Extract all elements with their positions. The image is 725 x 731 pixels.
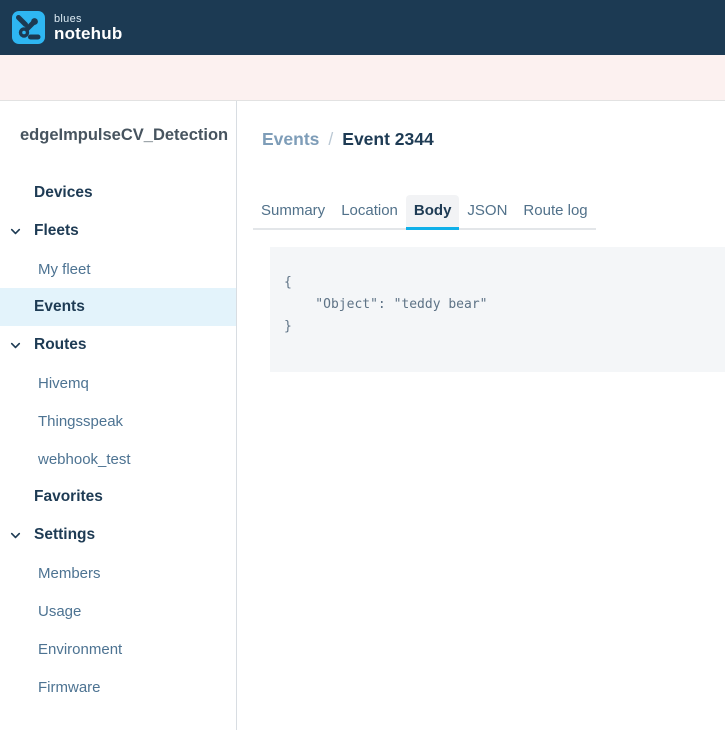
sidebar-item-label: Environment	[38, 640, 123, 658]
sidebar-item-label: Events	[34, 298, 85, 315]
sidebar-item-my-fleet[interactable]: My fleet	[0, 250, 236, 288]
sidebar-item-devices[interactable]: Devices	[0, 174, 236, 212]
sidebar-item-label: Fleets	[34, 222, 79, 239]
sidebar-item-routes[interactable]: Routes	[0, 326, 236, 364]
tab-location[interactable]: Location	[333, 195, 406, 228]
sidebar-item-label: Members	[38, 564, 101, 582]
chevron-down-icon[interactable]	[9, 225, 22, 238]
sidebar-item-environment[interactable]: Environment	[0, 630, 236, 668]
tab-body[interactable]: Body	[405, 195, 460, 230]
code-line: {	[284, 275, 292, 290]
sidebar-item-favorites[interactable]: Favorites	[0, 478, 236, 516]
main-content: Events / Event 2344 Summary Location Body JSO…	[237, 101, 725, 730]
code-line: "Object": "teddy bear"	[284, 297, 488, 312]
sidebar-item-firmware[interactable]: Firmware	[0, 668, 236, 706]
sidebar-item-label: My fleet	[38, 260, 91, 278]
tab-bar: Summary Location Body JSON Route log	[253, 195, 596, 230]
sidebar-item-label: webhook_test	[38, 450, 131, 468]
page-title: Event 2344	[342, 129, 434, 149]
app-header: blues notehub	[0, 0, 725, 55]
tab-summary[interactable]: Summary	[253, 195, 333, 228]
notification-band	[0, 55, 725, 101]
sidebar-item-members[interactable]: Members	[0, 554, 236, 592]
sidebar-item-label: Settings	[34, 526, 96, 543]
breadcrumb-separator: /	[328, 129, 334, 149]
event-body-panel: { "Object": "teddy bear"}	[270, 247, 725, 372]
tab-route-log[interactable]: Route log	[515, 195, 595, 228]
sidebar-item-label: Favorites	[34, 488, 103, 505]
sidebar-item-settings[interactable]: Settings	[0, 516, 236, 554]
sidebar-item-webhook-test[interactable]: webhook_test	[0, 440, 236, 478]
sidebar-item-label: Usage	[38, 602, 82, 620]
sidebar-item-events[interactable]: Events	[0, 288, 236, 326]
brand-blues-label: blues	[54, 12, 82, 25]
brand: blues notehub	[54, 13, 122, 43]
chevron-down-icon[interactable]	[9, 339, 22, 352]
sidebar-item-thingsspeak[interactable]: Thingsspeak	[0, 402, 236, 440]
sidebar-item-label: Devices	[34, 184, 93, 201]
project-title[interactable]: edgeImpulseCV_Detection	[20, 126, 236, 145]
sidebar: edgeImpulseCV_Detection Devices Fleets My …	[0, 101, 237, 730]
breadcrumb: Events / Event 2344	[262, 126, 725, 152]
sidebar-item-label: Firmware	[38, 678, 101, 696]
page: blues notehub edgeImpulseCV_Detection De…	[0, 0, 725, 730]
sidebar-item-usage[interactable]: Usage	[0, 592, 236, 630]
code-line: }	[284, 319, 292, 334]
sidebar-item-label: Thingsspeak	[38, 412, 124, 430]
sidebar-item-hivemq[interactable]: Hivemq	[0, 364, 236, 402]
blues-logo-icon[interactable]	[12, 11, 45, 44]
sidebar-nav: Devices Fleets My fleet Events Routes Hivemq T…	[0, 174, 236, 706]
brand-notehub-label: notehub	[54, 23, 123, 43]
breadcrumb-events-link[interactable]: Events	[262, 129, 319, 149]
tab-json[interactable]: JSON	[459, 195, 515, 228]
chevron-down-icon[interactable]	[9, 529, 22, 542]
sidebar-item-label: Routes	[34, 336, 87, 353]
sidebar-item-fleets[interactable]: Fleets	[0, 212, 236, 250]
sidebar-item-label: Hivemq	[38, 374, 89, 392]
content-area: edgeImpulseCV_Detection Devices Fleets My …	[0, 101, 725, 730]
